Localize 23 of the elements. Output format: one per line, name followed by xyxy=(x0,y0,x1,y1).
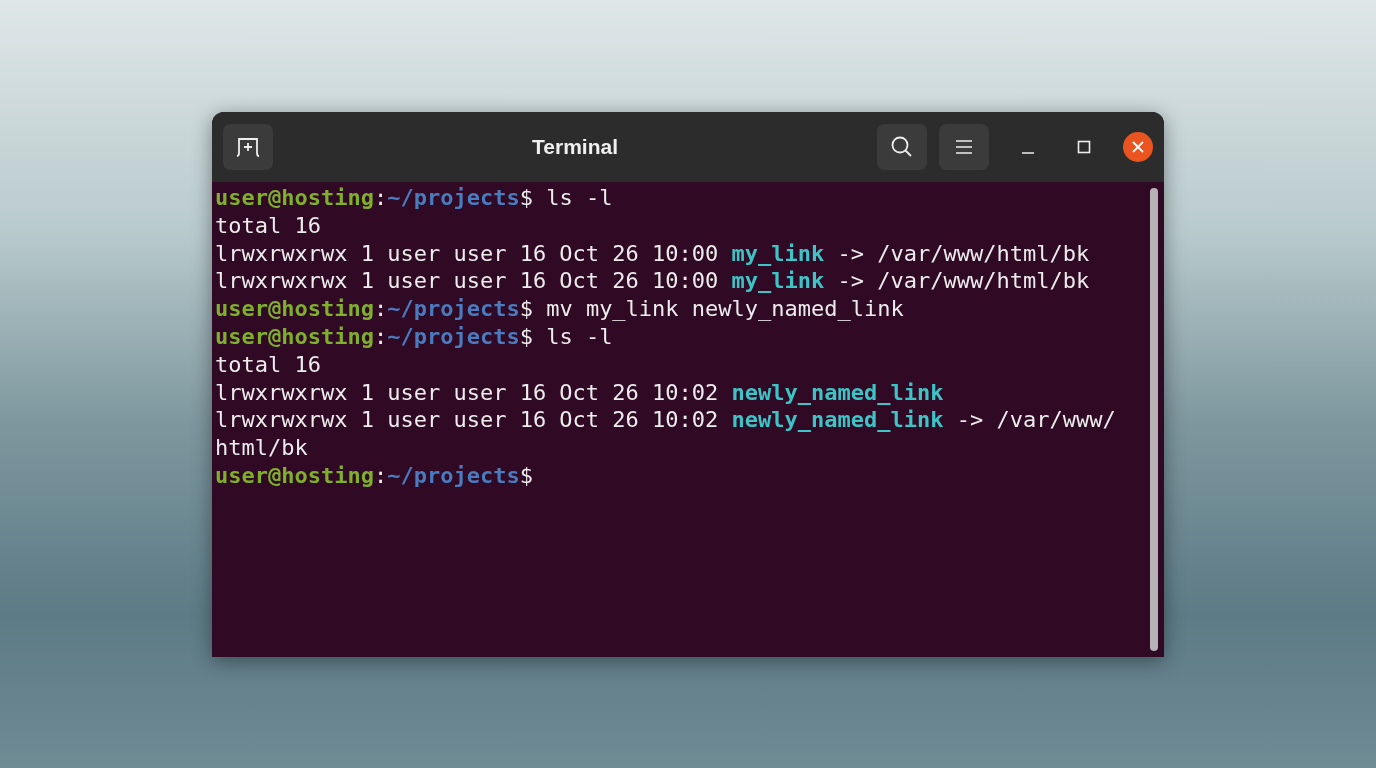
terminal-line: total 16 xyxy=(215,350,321,379)
terminal-line: lrwxrwxrwx 1 user user 16 Oct 26 10:02 newly_named_link -> /var/www/ xyxy=(215,406,1116,435)
terminal-line: lrwxrwxrwx 1 user user 16 Oct 26 10:00 my_link -> /var/www/html/bk xyxy=(215,239,1090,268)
terminal-line: total 16 xyxy=(215,211,321,240)
new-tab-icon xyxy=(235,136,261,158)
terminal-line: user@hosting:~/projects$ ls -l xyxy=(215,184,613,212)
search-button[interactable] xyxy=(877,124,927,170)
terminal-line: user@hosting:~/projects$ xyxy=(215,461,533,490)
terminal-line: html/bk xyxy=(215,434,308,462)
close-button[interactable] xyxy=(1123,132,1153,162)
search-icon xyxy=(890,135,914,159)
terminal-line: lrwxrwxrwx 1 user user 16 Oct 26 10:00 my_link -> /var/www/html/bk xyxy=(215,267,1090,296)
close-icon xyxy=(1131,140,1145,154)
scrollbar[interactable] xyxy=(1150,188,1158,651)
window-title: Terminal xyxy=(532,134,618,161)
new-tab-button[interactable] xyxy=(223,124,273,170)
minimize-icon xyxy=(1022,152,1034,154)
menu-button[interactable] xyxy=(939,124,989,170)
menu-icon xyxy=(954,138,974,156)
terminal-line: user@hosting:~/projects$ mv my_link newly_named_link xyxy=(215,295,904,323)
maximize-icon xyxy=(1077,140,1091,154)
terminal-line: user@hosting:~/projects$ ls -l xyxy=(215,323,613,351)
terminal-line: lrwxrwxrwx 1 user user 16 Oct 26 10:02 newly_named_link xyxy=(215,378,944,407)
